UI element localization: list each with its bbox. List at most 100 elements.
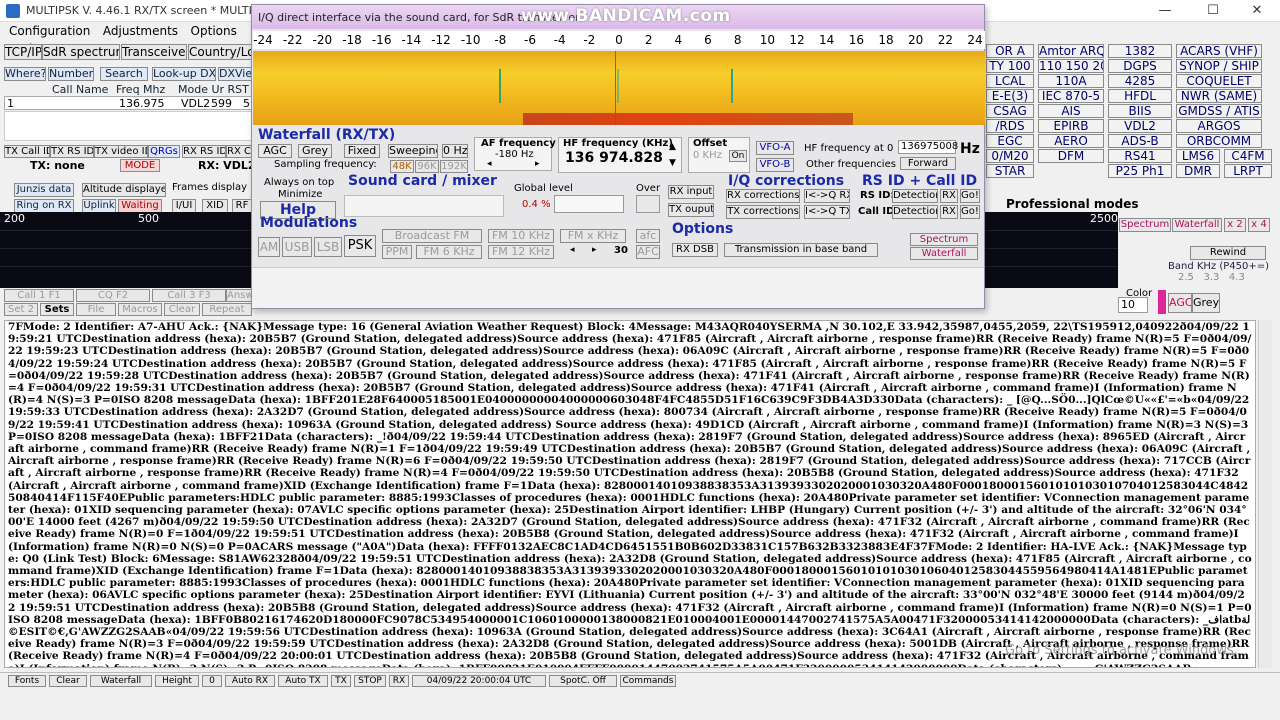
mode-aero-button[interactable]: AERO (1038, 134, 1104, 148)
mode-lrpt-button[interactable]: LRPT (1224, 164, 1272, 178)
sr-48k[interactable]: 48K (390, 160, 414, 173)
uplink-button[interactable]: Uplink (82, 199, 116, 213)
tx-video-id-button[interactable]: TX video ID (94, 145, 148, 158)
zoom-x2-button[interactable]: x 2 (1224, 218, 1246, 232)
mode-egc-button[interactable]: EGC (986, 134, 1034, 148)
tx-rs-id-button[interactable]: TX RS ID (50, 145, 94, 158)
mode-button[interactable]: MODE (120, 159, 160, 172)
mode-lms6-button[interactable]: LMS6 (1176, 149, 1220, 163)
status-item[interactable]: 0 (202, 675, 222, 687)
rx-dsb-button[interactable]: RX DSB (672, 243, 718, 257)
tx-corrections-button[interactable]: TX corrections (726, 205, 800, 219)
hf-down-icon[interactable]: ▼ (669, 158, 676, 168)
mode-orbcomm-button[interactable]: ORBCOMM (1176, 134, 1262, 148)
mod-afc-button[interactable]: afc (636, 229, 660, 243)
mod-am-button[interactable]: AM (258, 237, 280, 257)
waterfall-toggle[interactable]: Waterfall (1172, 218, 1222, 232)
wf-fixed-button[interactable]: Fixed (344, 144, 380, 158)
step-inc-icon[interactable]: ▸ (592, 245, 597, 255)
tab-sdr-spectrum[interactable]: SdR spectrum (42, 44, 120, 60)
status-item[interactable]: Commands (620, 675, 676, 687)
close-button[interactable]: ✕ (1234, 0, 1280, 22)
mod-fm12-button[interactable]: FM 12 KHz (488, 245, 554, 259)
vfo-b-button[interactable]: VFO-B (756, 158, 794, 172)
sets-button[interactable]: Sets (40, 303, 74, 316)
baseband-button[interactable]: Transmission in base band (724, 243, 878, 257)
junzis-data-button[interactable]: Junzis data (14, 183, 74, 197)
rx-call-button[interactable]: RX C (226, 145, 252, 158)
call1-button[interactable]: Call 1 F1 (4, 289, 74, 302)
status-item[interactable]: 04/09/22 20:00:04 UTC (412, 675, 546, 687)
rewind-button[interactable]: Rewind (1190, 246, 1266, 260)
menu-adjustments[interactable]: Adjustments (103, 22, 178, 40)
spectrum-toggle[interactable]: Spectrum (1119, 218, 1171, 232)
status-item[interactable]: STOP (354, 675, 386, 687)
mode--rds-button[interactable]: /RDS (986, 119, 1034, 133)
band-opt-2[interactable]: 3.3 (1203, 272, 1219, 283)
tx-output-button[interactable]: TX ouput (668, 203, 714, 217)
mode-e-e-3--button[interactable]: E-E(3) (986, 89, 1034, 103)
other-frequencies-button[interactable]: Other frequencies (806, 159, 896, 170)
mode-dgps-button[interactable]: DGPS (1108, 59, 1172, 73)
mode-coquelet-button[interactable]: COQUELET (1176, 74, 1262, 88)
band-options[interactable]: 2.5 3.3 4.3 (1178, 272, 1245, 283)
af-dec-icon[interactable]: ◂ (487, 159, 492, 169)
mode-ais-button[interactable]: AIS (1038, 104, 1104, 118)
rx-rs-id-button[interactable]: RX RS ID (182, 145, 226, 158)
mode-biis-button[interactable]: BIIS (1108, 104, 1172, 118)
callid-rx-button[interactable]: RX (940, 205, 958, 219)
step-value[interactable]: 30 (614, 245, 628, 256)
search-button[interactable]: Search (100, 67, 148, 81)
altitude-displayed-button[interactable]: Altitude displayed (82, 183, 166, 197)
offset-on-button[interactable]: On (729, 150, 747, 162)
lookup-dxk-button[interactable]: Look-up DXK (152, 67, 216, 81)
mode-nwr-same--button[interactable]: NWR (SAME) (1176, 89, 1262, 103)
mode-110-150-200-button[interactable]: 110 150 200 (1038, 59, 1104, 73)
macros-button[interactable]: Macros (118, 303, 162, 316)
rf-button[interactable]: RF (232, 199, 252, 213)
mode-dmr-button[interactable]: DMR (1176, 164, 1220, 178)
color-input[interactable]: 10 (1118, 297, 1148, 313)
mode-star-button[interactable]: STAR (986, 164, 1034, 178)
mode-ty-100-button[interactable]: TY 100 (986, 59, 1034, 73)
zoom-x4-button[interactable]: x 4 (1248, 218, 1270, 232)
message-log[interactable]: 7FMode: 2 Identifier: A7-AHU Ack.: {NAK}… (4, 320, 1256, 668)
wf-sweeping-button[interactable]: Sweeping (388, 144, 438, 158)
callid-go-button[interactable]: Go! (960, 205, 980, 219)
mode-lcal-button[interactable]: LCAL (986, 74, 1034, 88)
hf-value[interactable]: 136 974.828 (565, 150, 663, 166)
mode-c4fm-button[interactable]: C4FM (1224, 149, 1272, 163)
status-item[interactable]: Clear (49, 675, 87, 687)
mode-amtor-arq-button[interactable]: Amtor ARQ (1038, 44, 1104, 58)
rx-input-button[interactable]: RX input (668, 185, 714, 199)
ring-on-rx-button[interactable]: Ring on RX (14, 199, 74, 213)
status-item[interactable]: TX (331, 675, 351, 687)
minimize-button[interactable]: — (1142, 0, 1188, 22)
status-item[interactable]: SpotC. Off (549, 675, 617, 687)
set2-button[interactable]: Set 2 (4, 303, 38, 316)
mod-usb-button[interactable]: USB (282, 237, 312, 257)
mode-p25-ph1-button[interactable]: P25 Ph1 (1108, 164, 1172, 178)
table-body[interactable] (4, 111, 252, 141)
status-item[interactable]: Fonts (8, 675, 46, 687)
mod-broadcast-fm-button[interactable]: Broadcast FM (382, 229, 482, 243)
offset-value[interactable]: 0 KHz (693, 150, 722, 161)
status-item[interactable]: Auto RX (225, 675, 275, 687)
cq-button[interactable]: CQ F2 (76, 289, 150, 302)
af-value[interactable]: -180 Hz (495, 149, 534, 160)
mode-ads-b-button[interactable]: ADS-B (1108, 134, 1172, 148)
dxview-button[interactable]: DXVie (218, 67, 252, 81)
vfo-a-button[interactable]: VFO-A (756, 141, 794, 155)
tx-call-id-button[interactable]: TX Call ID (4, 145, 50, 158)
rsid-go-button[interactable]: Go! (960, 189, 980, 203)
menu-configuration[interactable]: Configuration (9, 22, 90, 40)
status-item[interactable]: Waterfall (90, 675, 152, 687)
qrgs-button[interactable]: QRGs (148, 145, 180, 158)
band-opt-1[interactable]: 2.5 (1178, 272, 1194, 283)
mod-ppm-button[interactable]: PPM (382, 245, 412, 259)
repeat-button[interactable]: Repeat (202, 303, 252, 316)
mod-psk-button[interactable]: PSK (344, 235, 376, 257)
where-button[interactable]: Where? (4, 67, 46, 81)
mode-or-a-button[interactable]: OR A (986, 44, 1034, 58)
agc-button[interactable]: AGC (1168, 293, 1192, 313)
